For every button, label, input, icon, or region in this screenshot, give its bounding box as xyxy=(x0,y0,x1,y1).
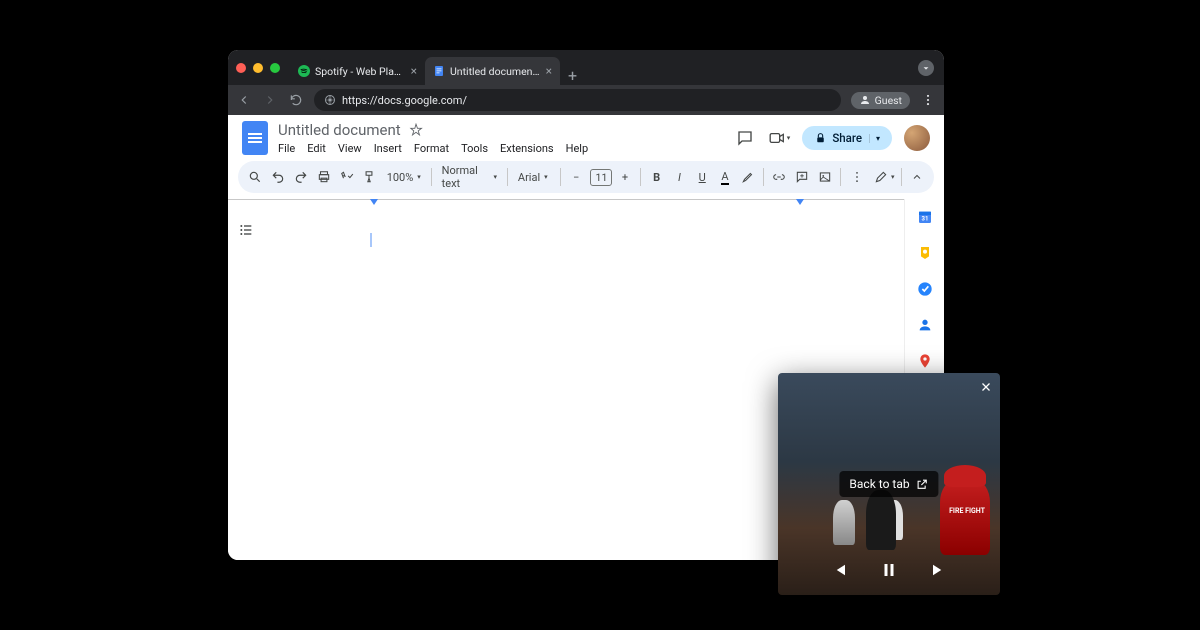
back-to-tab-label: Back to tab xyxy=(849,477,909,491)
more-options-button[interactable] xyxy=(847,166,866,188)
redo-button[interactable] xyxy=(292,166,311,188)
paint-format-button[interactable] xyxy=(360,166,379,188)
tab-spotify[interactable]: Spotify - Web Player: Music f × xyxy=(290,57,425,85)
url-bar: https://docs.google.com/ Guest xyxy=(228,85,944,115)
titlebar: Spotify - Web Player: Music f × Untitled… xyxy=(228,50,944,85)
font-dropdown[interactable]: Arial xyxy=(514,171,554,184)
address-bar[interactable]: https://docs.google.com/ xyxy=(314,89,841,111)
menu-edit[interactable]: Edit xyxy=(307,142,326,155)
window-controls xyxy=(236,63,280,73)
share-button[interactable]: Share ▾ xyxy=(802,126,892,150)
pip-close-button[interactable] xyxy=(980,381,992,393)
menu-bar: File Edit View Insert Format Tools Exten… xyxy=(278,142,724,155)
menu-file[interactable]: File xyxy=(278,142,295,155)
url-text: https://docs.google.com/ xyxy=(342,94,467,107)
contacts-icon[interactable] xyxy=(917,317,933,333)
tab-title: Untitled document - Google D xyxy=(450,65,541,78)
insert-link-button[interactable] xyxy=(770,166,789,188)
site-info-icon[interactable] xyxy=(324,94,336,106)
text-cursor xyxy=(370,233,372,247)
profile-label: Guest xyxy=(875,94,902,107)
calendar-icon[interactable]: 31 xyxy=(917,209,933,225)
back-button[interactable] xyxy=(236,93,252,107)
spellcheck-button[interactable] xyxy=(337,166,356,188)
tab-strip: Spotify - Web Player: Music f × Untitled… xyxy=(290,50,918,85)
tab-close-icon[interactable]: × xyxy=(546,64,552,78)
back-to-tab-button[interactable]: Back to tab xyxy=(839,471,938,497)
user-avatar[interactable] xyxy=(904,125,930,151)
maps-icon[interactable] xyxy=(917,353,933,369)
increase-font-button[interactable]: + xyxy=(616,166,635,188)
browser-menu-button[interactable] xyxy=(920,93,936,107)
menu-view[interactable]: View xyxy=(338,142,362,155)
jacket-text: FIRE FIGHT xyxy=(949,508,985,515)
collapse-toolbar-button[interactable] xyxy=(907,166,926,188)
left-indent-marker[interactable] xyxy=(370,199,378,205)
window-minimize-button[interactable] xyxy=(253,63,263,73)
search-menus-button[interactable] xyxy=(246,166,265,188)
right-indent-marker[interactable] xyxy=(796,199,804,205)
docs-logo[interactable] xyxy=(242,121,268,155)
outline-button[interactable] xyxy=(238,222,254,238)
tab-docs[interactable]: Untitled document - Google D × xyxy=(425,57,560,85)
forward-button[interactable] xyxy=(262,93,278,107)
window-close-button[interactable] xyxy=(236,63,246,73)
highlight-button[interactable] xyxy=(738,166,757,188)
star-icon[interactable] xyxy=(409,123,423,137)
tab-title: Spotify - Web Player: Music f xyxy=(315,65,406,78)
print-button[interactable] xyxy=(314,166,333,188)
document-title[interactable]: Untitled document xyxy=(278,121,401,139)
docs-icon xyxy=(433,65,445,77)
meet-button[interactable]: ▾ xyxy=(768,127,790,149)
font-size-input[interactable]: 11 xyxy=(590,169,612,186)
menu-tools[interactable]: Tools xyxy=(461,142,488,155)
menu-format[interactable]: Format xyxy=(414,142,449,155)
styles-dropdown[interactable]: Normal text xyxy=(438,164,501,190)
titlebar-right xyxy=(918,60,944,76)
editing-mode-button[interactable]: ▾ xyxy=(874,166,895,188)
svg-text:31: 31 xyxy=(921,215,928,222)
expand-window-button[interactable] xyxy=(918,60,934,76)
zoom-dropdown[interactable]: 100% xyxy=(383,171,425,184)
share-dropdown-icon[interactable]: ▾ xyxy=(869,134,880,143)
toolbar: 100% Normal text Arial − 11 + B I U A ▾ xyxy=(238,161,934,193)
share-label: Share xyxy=(832,131,862,145)
pause-button[interactable] xyxy=(880,561,898,579)
text-color-button[interactable]: A xyxy=(716,166,735,188)
pip-controls xyxy=(778,561,1000,579)
spotify-icon xyxy=(298,65,310,77)
docs-header: Untitled document File Edit View Insert … xyxy=(228,115,944,155)
decrease-font-button[interactable]: − xyxy=(567,166,586,188)
italic-button[interactable]: I xyxy=(670,166,689,188)
menu-extensions[interactable]: Extensions xyxy=(500,142,554,155)
tasks-icon[interactable] xyxy=(917,281,933,297)
undo-button[interactable] xyxy=(269,166,288,188)
underline-button[interactable]: U xyxy=(693,166,712,188)
next-track-button[interactable] xyxy=(930,561,948,579)
bold-button[interactable]: B xyxy=(647,166,666,188)
menu-insert[interactable]: Insert xyxy=(374,142,402,155)
new-tab-button[interactable]: + xyxy=(560,66,585,85)
reload-button[interactable] xyxy=(288,93,304,107)
menu-help[interactable]: Help xyxy=(566,142,589,155)
profile-button[interactable]: Guest xyxy=(851,92,910,109)
pip-player[interactable]: FIRE FIGHT Back to tab xyxy=(778,373,1000,595)
previous-track-button[interactable] xyxy=(830,561,848,579)
keep-icon[interactable] xyxy=(917,245,933,261)
add-comment-button[interactable] xyxy=(793,166,812,188)
tab-close-icon[interactable]: × xyxy=(411,64,417,78)
insert-image-button[interactable] xyxy=(816,166,835,188)
comments-button[interactable] xyxy=(734,127,756,149)
open-in-new-icon xyxy=(916,478,929,491)
window-maximize-button[interactable] xyxy=(270,63,280,73)
